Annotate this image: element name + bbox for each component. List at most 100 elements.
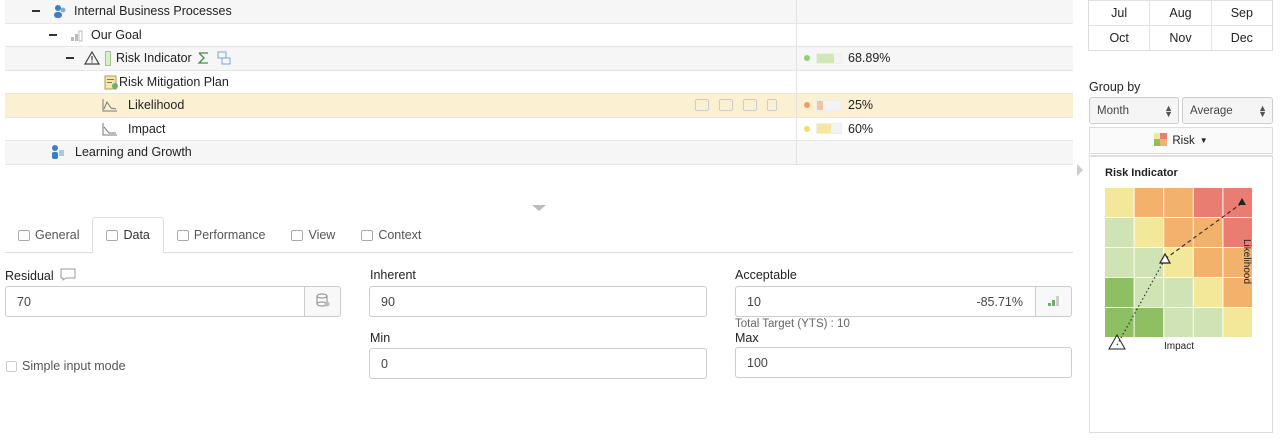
- sigma-formula-icon[interactable]: [196, 50, 212, 66]
- residual-input[interactable]: 70: [5, 286, 305, 317]
- heat-cell: [1134, 188, 1164, 217]
- heat-cell: [1193, 308, 1223, 337]
- expand-side-arrow[interactable]: [1077, 164, 1083, 176]
- signal-bars-icon: [1047, 293, 1061, 310]
- status-minibar: [816, 52, 842, 64]
- tree-row-label: Impact: [128, 121, 166, 136]
- heat-cell: [1164, 218, 1193, 247]
- tree-row-learning-growth[interactable]: Learning and Growth: [5, 141, 1073, 165]
- residual-label-wrap: Residual: [5, 268, 76, 284]
- risk-matrix: [1105, 188, 1252, 350]
- period-select[interactable]: Month ▲ ▼: [1089, 97, 1179, 124]
- max-input[interactable]: 100: [735, 347, 1072, 378]
- tree-row-label: Risk Mitigation Plan: [119, 74, 229, 89]
- status-dot: [804, 125, 810, 132]
- aggregation-select[interactable]: Average ▲ ▼: [1182, 97, 1273, 124]
- month-aug[interactable]: Aug: [1149, 1, 1210, 25]
- heat-cell: [1223, 188, 1252, 217]
- collapse-toggle[interactable]: [32, 10, 40, 13]
- group-by-label: Group by: [1089, 80, 1141, 94]
- row-toolbar: [695, 94, 777, 117]
- columns-icon[interactable]: [743, 99, 757, 112]
- month-oct[interactable]: Oct: [1089, 26, 1149, 50]
- min-label: Min: [370, 331, 391, 345]
- heat-cell: [1164, 278, 1193, 307]
- tree-row-label: Risk Indicator: [116, 51, 192, 66]
- tab-label: Context: [378, 228, 422, 242]
- row-action-icon[interactable]: [695, 99, 709, 112]
- comment-icon[interactable]: [60, 268, 76, 284]
- month-jul[interactable]: Jul: [1089, 1, 1149, 25]
- heat-cell: [1134, 248, 1164, 277]
- value-text: 25%: [848, 98, 874, 113]
- acceptable-value: 10: [747, 294, 761, 309]
- inherent-input[interactable]: 90: [369, 286, 707, 317]
- month-nov[interactable]: Nov: [1149, 26, 1210, 50]
- heat-cell: [1134, 308, 1164, 337]
- tree-row-risk-mitigation-plan[interactable]: Risk Mitigation Plan: [5, 70, 1073, 94]
- collapse-toggle[interactable]: [49, 33, 57, 36]
- simple-input-label: Simple input mode: [22, 359, 126, 373]
- tree-row-impact[interactable]: Impact 60%: [5, 117, 1073, 141]
- tab-performance[interactable]: Performance: [164, 217, 279, 253]
- learner-icon: [49, 144, 65, 160]
- tree-row-our-goal[interactable]: Our Goal: [5, 23, 1073, 47]
- month-dec[interactable]: Dec: [1210, 26, 1272, 50]
- month-picker: Jul Aug Sep Oct Nov Dec: [1088, 0, 1273, 51]
- collapse-toggle[interactable]: [66, 57, 74, 60]
- tree-row-risk-indicator[interactable]: Risk Indicator 68.89%: [5, 47, 1073, 71]
- month-sep[interactable]: Sep: [1210, 1, 1272, 25]
- group-people-icon: [52, 3, 68, 19]
- panel-collapse-arrow[interactable]: [532, 205, 546, 211]
- residual-data-button[interactable]: [304, 286, 341, 317]
- likelihood-value: 25%: [804, 94, 873, 117]
- line-chart-icon: [102, 121, 118, 137]
- tree-row-label: Likelihood: [128, 98, 185, 113]
- tree-row-label: Our Goal: [91, 27, 142, 42]
- risk-view-button[interactable]: Risk ▼: [1089, 127, 1273, 154]
- tab-label: General: [35, 228, 80, 242]
- risk-matrix-panel: Risk Indicator Impact Likelihood: [1089, 155, 1273, 433]
- linked-data-icon[interactable]: [216, 50, 232, 66]
- clipboard-icon[interactable]: [767, 99, 777, 112]
- general-icon: [18, 229, 30, 241]
- tab-context[interactable]: Context: [348, 217, 434, 253]
- heat-cell: [1223, 308, 1252, 337]
- heat-cell: [1105, 308, 1134, 337]
- select-arrows-icon: ▲ ▼: [1258, 103, 1267, 119]
- goal-bar-icon: [69, 27, 85, 43]
- min-value: 0: [381, 356, 388, 371]
- detail-tabs: General Data Performance View Context: [5, 217, 1073, 253]
- mitigation-plan-icon: [103, 74, 119, 90]
- status-minibar: [816, 123, 842, 135]
- tab-view[interactable]: View: [278, 217, 348, 253]
- tree-row-label: Internal Business Processes: [74, 4, 232, 19]
- tree-row-internal-business[interactable]: Internal Business Processes: [5, 0, 1073, 24]
- acceptable-chart-button[interactable]: [1035, 286, 1072, 317]
- heat-cell: [1193, 218, 1223, 247]
- tree-row-likelihood[interactable]: Likelihood 25%: [5, 94, 1073, 118]
- row-action-icon[interactable]: [719, 99, 733, 112]
- acceptable-label: Acceptable: [735, 268, 797, 282]
- warning-triangle-icon: [84, 50, 100, 66]
- heat-cell: [1134, 278, 1164, 307]
- performance-icon: [176, 229, 189, 241]
- risk-chart-y-label: Likelihood: [1241, 239, 1252, 285]
- month-row: Oct Nov Dec: [1089, 25, 1272, 50]
- tab-general[interactable]: General: [5, 217, 92, 253]
- residual-label: Residual: [5, 269, 54, 283]
- line-chart-icon: [102, 97, 118, 113]
- tree-grid: Internal Business Processes Our Goal Ris…: [5, 0, 1073, 165]
- tab-data[interactable]: Data: [92, 217, 164, 253]
- max-label: Max: [735, 331, 759, 345]
- tab-label: Performance: [193, 228, 266, 242]
- heat-cell: [1134, 218, 1164, 247]
- heat-cell: [1193, 188, 1223, 217]
- value-text: 68.89%: [848, 51, 891, 66]
- acceptable-input[interactable]: 10 -85.71%: [735, 286, 1036, 317]
- risk-view-label: Risk: [1172, 134, 1195, 147]
- value-text: 60%: [848, 121, 874, 136]
- simple-input-checkbox[interactable]: [6, 361, 17, 372]
- min-input[interactable]: 0: [369, 348, 707, 379]
- heat-cell: [1105, 248, 1134, 277]
